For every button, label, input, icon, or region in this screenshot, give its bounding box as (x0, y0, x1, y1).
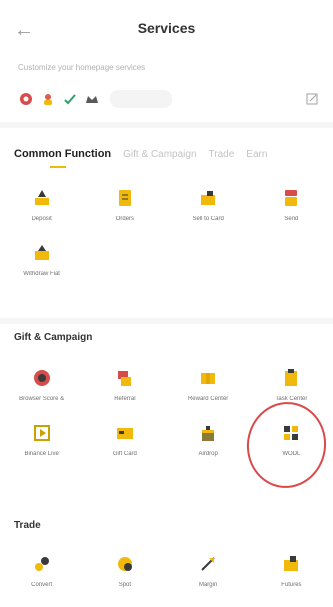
pinned-services (18, 86, 172, 112)
orders-icon (115, 188, 135, 208)
pinned-placeholder (110, 90, 172, 108)
service-margin[interactable]: Margin (167, 548, 250, 603)
page-title: Services (137, 20, 196, 36)
service-gift-card[interactable]: Gift Card (83, 417, 166, 472)
service-orders[interactable]: Orders (83, 182, 166, 237)
crown-icon[interactable] (84, 91, 100, 107)
gift-campaign-grid: Browser Score & Referral Reward Center T… (0, 362, 333, 472)
trade-grid: Convert Spot Margin Futures (0, 548, 333, 603)
sell-card-icon (198, 188, 218, 208)
task-icon (281, 368, 301, 388)
spot-icon (115, 554, 135, 574)
referral-icon (115, 368, 135, 388)
tab-earn[interactable]: Earn (246, 149, 267, 160)
service-convert[interactable]: Convert (0, 548, 83, 603)
withdraw-icon (32, 243, 52, 263)
red-person-icon[interactable] (40, 91, 56, 107)
tab-common-function[interactable]: Common Function (14, 148, 111, 160)
live-icon (32, 423, 52, 443)
gift-campaign-title: Gift & Campaign (14, 332, 93, 343)
service-referral[interactable]: Referral (83, 362, 166, 417)
futures-icon (281, 554, 301, 574)
service-binance-live[interactable]: Binance Live (0, 417, 83, 472)
service-futures[interactable]: Futures (250, 548, 333, 603)
check-chart-icon[interactable] (62, 91, 78, 107)
airdrop-icon (198, 423, 218, 443)
trade-title: Trade (14, 520, 41, 531)
service-task-center[interactable]: Task Center (250, 362, 333, 417)
wodl-icon (281, 423, 301, 443)
reward-icon (198, 368, 218, 388)
edit-icon[interactable] (305, 92, 319, 106)
tab-trade[interactable]: Trade (209, 149, 235, 160)
service-withdraw-fiat[interactable]: Withdraw Fiat (0, 237, 83, 292)
customize-hint: Customize your homepage services (18, 63, 146, 72)
service-wodl[interactable]: WODL (250, 417, 333, 472)
gift-card-icon (115, 423, 135, 443)
section-divider (0, 318, 333, 324)
service-spot[interactable]: Spot (83, 548, 166, 603)
service-sell-to-card[interactable]: Sell to Card (167, 182, 250, 237)
tab-gift-campaign[interactable]: Gift & Campaign (123, 149, 196, 160)
deposit-icon (32, 188, 52, 208)
common-function-grid: Deposit Orders Sell to Card Send Withdra… (0, 182, 333, 292)
service-deposit[interactable]: Deposit (0, 182, 83, 237)
service-reward-center[interactable]: Reward Center (167, 362, 250, 417)
top-bar: ← Services (0, 0, 333, 58)
service-airdrop[interactable]: Airdrop (167, 417, 250, 472)
category-tabs: Common Function Gift & Campaign Trade Ea… (0, 138, 333, 170)
convert-icon (32, 554, 52, 574)
red-badge-icon[interactable] (18, 91, 34, 107)
service-send[interactable]: Send (250, 182, 333, 237)
service-browser-score[interactable]: Browser Score & (0, 362, 83, 417)
score-icon (32, 368, 52, 388)
send-icon (281, 188, 301, 208)
margin-icon (198, 554, 218, 574)
section-divider (0, 122, 333, 128)
